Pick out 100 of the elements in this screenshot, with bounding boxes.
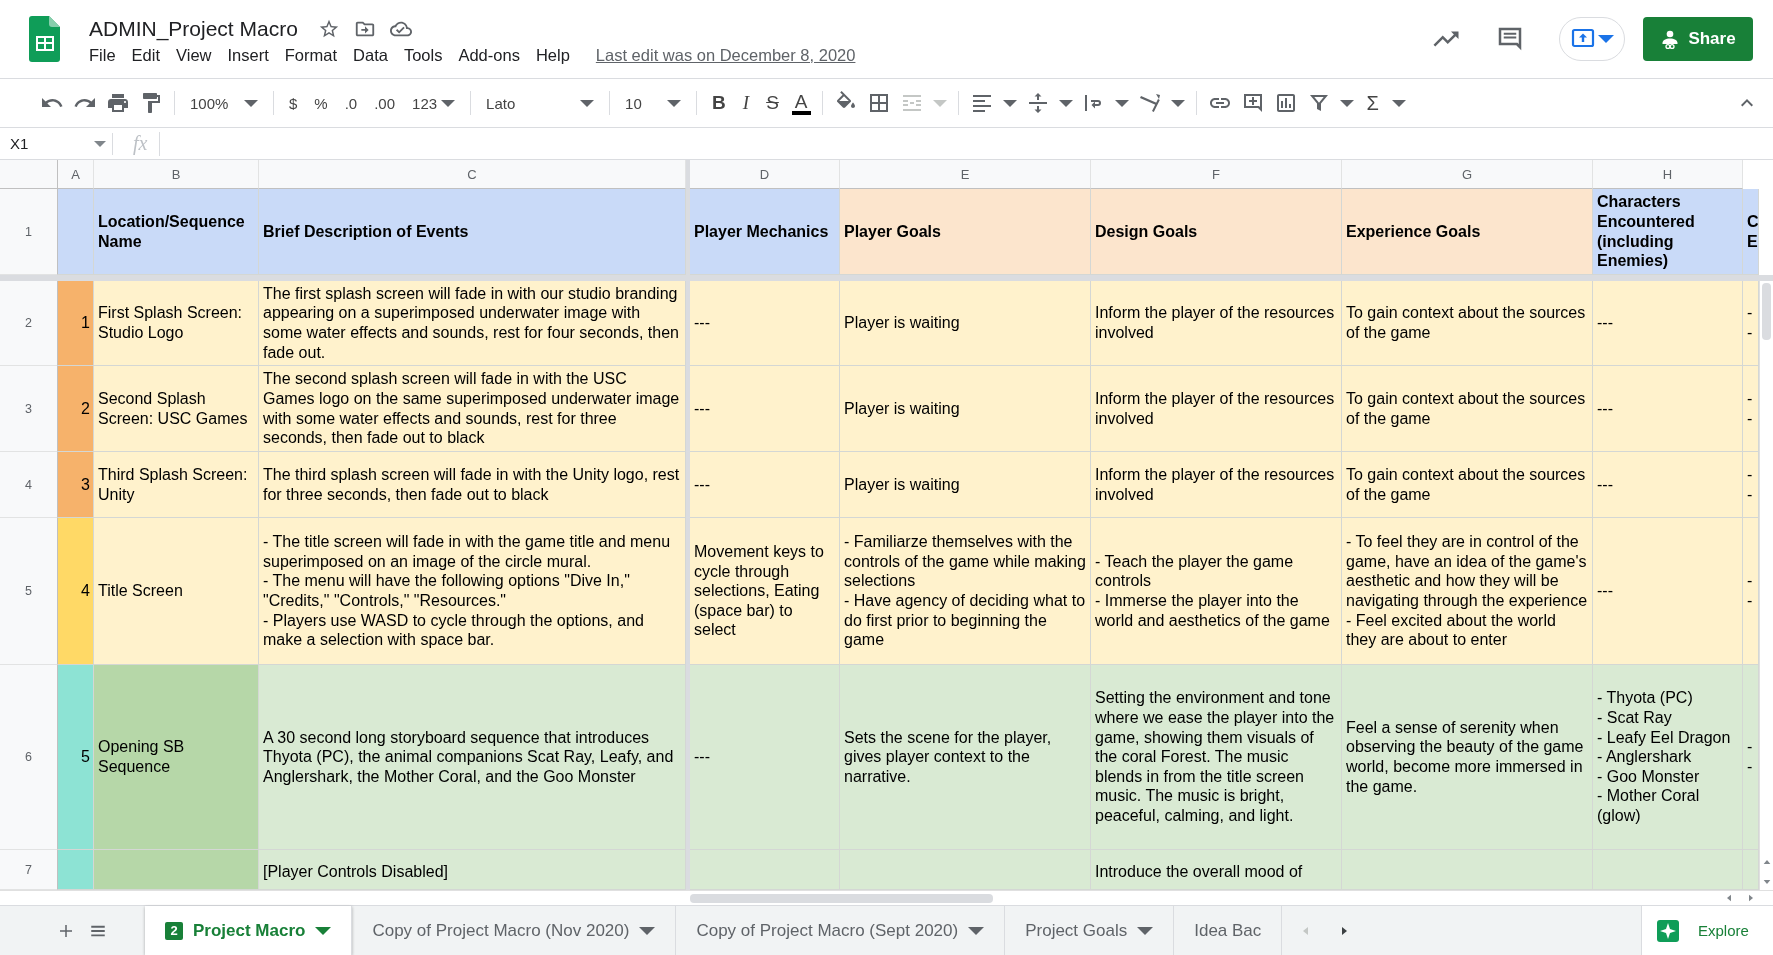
row-number[interactable]: 6 [0, 665, 58, 850]
table-cell: To gain context about the sources of the game [1342, 452, 1593, 518]
font-dropdown[interactable]: Lato [482, 92, 599, 114]
sheet-tab[interactable]: Copy of Project Macro (Sept 2020) [676, 906, 1006, 955]
explore-icon [1656, 918, 1680, 943]
sheet-count-badge: 2 [165, 921, 183, 940]
share-button[interactable]: Share [1643, 17, 1753, 61]
sheet-tab[interactable]: Project Goals [1005, 906, 1175, 955]
sheets-logo-icon[interactable] [27, 16, 63, 62]
text-color-button[interactable]: A [791, 91, 811, 115]
zoom-dropdown[interactable]: 100% [186, 92, 262, 114]
functions-button[interactable]: Σ [1362, 89, 1383, 117]
strikethrough-button[interactable]: S [762, 90, 783, 116]
table-cell: Player is waiting [840, 281, 1091, 366]
caret-icon [94, 140, 106, 147]
table-cell: -- [1743, 452, 1759, 518]
menu-item[interactable]: Data [345, 44, 396, 66]
explore-button[interactable]: Explore [1641, 906, 1773, 955]
table-cell: Inform the player of the resources involved [1091, 366, 1342, 452]
table-cell: Second Splash Screen: USC Games [94, 366, 259, 452]
table-cell: The second splash screen will fade in with the USC Games logo on the same superimposed underwater image with some water effects and sounds, rest for three seconds, then fade out to black [259, 366, 686, 452]
up-arrow-icon[interactable] [1762, 858, 1771, 866]
italic-button[interactable]: I [738, 90, 754, 116]
text-rotate-icon[interactable] [1137, 91, 1162, 115]
caret-icon [639, 926, 656, 935]
table-cell: --- [1593, 518, 1743, 665]
table-cell: 3 [58, 452, 94, 518]
header-cell: Experience Goals [1342, 189, 1593, 275]
name-box[interactable]: X1 [0, 128, 112, 159]
table-cell: Player is waiting [840, 366, 1091, 452]
table-cell: --- [690, 452, 840, 518]
print-icon[interactable] [106, 91, 130, 115]
right-arrow-icon[interactable] [1747, 894, 1755, 902]
header-cell: Location/Sequence Name [94, 189, 259, 275]
horizontal-scrollbar[interactable] [0, 890, 1773, 905]
menu-item[interactable]: Edit [123, 44, 169, 66]
bold-button[interactable]: B [708, 90, 730, 116]
menu-item[interactable]: Tools [395, 44, 451, 66]
table-cell: - Familiarze themselves with the controls of the game while making selections - Have agency of deciding what to do first prior to beginning the game [840, 518, 1091, 665]
table-cell: Opening SB Sequence [94, 665, 259, 850]
table-cell: 2 [58, 366, 94, 452]
vertical-scrollbar[interactable] [1759, 281, 1773, 890]
row-number[interactable]: 3 [0, 366, 58, 452]
currency-button[interactable]: $ [285, 92, 302, 114]
column-letter[interactable]: E [840, 160, 1091, 189]
document-title[interactable]: ADMIN_Project Macro [89, 16, 298, 41]
sheet-tab[interactable]: Idea Bac [1174, 906, 1282, 955]
column-letter[interactable]: D [690, 160, 840, 189]
caret-icon [580, 99, 595, 107]
column-letter[interactable]: G [1342, 160, 1593, 189]
menu-item[interactable]: Help [527, 44, 578, 66]
caret-icon [441, 99, 456, 107]
column-letter[interactable]: A [58, 160, 94, 189]
table-cell: To gain context about the sources of the game [1342, 366, 1593, 452]
row-number[interactable]: 7 [0, 850, 58, 890]
menu-item[interactable]: File [81, 44, 124, 66]
sheet-tab[interactable]: Copy of Project Macro (Nov 2020) [352, 906, 677, 955]
column-letter[interactable]: C [259, 160, 686, 189]
table-cell: Setting the environment and tone where we ease the player into the game, showing them visuals of the coral Forest. The music blends in from the title screen music. The music is bright, peaceful, calming, and light. [1091, 665, 1342, 850]
left-arrow-icon[interactable] [1725, 894, 1733, 902]
column-letter[interactable]: H [1593, 160, 1743, 189]
row-number[interactable]: 1 [0, 189, 58, 275]
menu-item[interactable]: Add-ons [450, 44, 528, 66]
header-cell: Brief Description of Events [259, 189, 686, 275]
caret-icon [667, 99, 682, 107]
caret-icon [1114, 99, 1129, 107]
header-cell: Design Goals [1091, 189, 1342, 275]
scrollbar-thumb[interactable] [1762, 283, 1771, 340]
number-format-dropdown[interactable]: 123 [408, 92, 460, 114]
scrollbar-thumb[interactable] [690, 893, 993, 903]
table-cell: 4 [58, 518, 94, 665]
table-cell: --- [1593, 281, 1743, 366]
last-edit-link[interactable]: Last edit was on December 8, 2020 [595, 45, 856, 65]
header-cell: C E [1743, 189, 1759, 275]
row-number[interactable]: 5 [0, 518, 58, 665]
sheet-tab[interactable]: 2 Project Macro [145, 906, 353, 955]
increase-decimals-button[interactable]: .00 [370, 92, 400, 114]
table-cell: The first splash screen will fade in with our studio branding appearing on a superimposed underwater image with some water effects and sounds, rest for four seconds, then fade out. [259, 281, 686, 366]
percent-button[interactable]: % [310, 92, 332, 114]
menu-item[interactable]: Format [276, 44, 346, 66]
font-size-dropdown[interactable]: 10 [621, 92, 686, 114]
table-cell: Inform the player of the resources involved [1091, 281, 1342, 366]
caret-icon [968, 926, 985, 935]
caret-icon [1002, 99, 1017, 107]
header-cell: Player Mechanics [690, 189, 840, 275]
decrease-decimals-button[interactable]: .0 [340, 92, 362, 114]
row-number[interactable]: 4 [0, 452, 58, 518]
row-number[interactable]: 2 [0, 281, 58, 366]
table-cell: To gain context about the sources of the game [1342, 281, 1593, 366]
function-label: fx [132, 132, 149, 155]
table-cell: --- [1593, 452, 1743, 518]
menu-item[interactable]: Insert [219, 44, 277, 66]
table-cell: Movement keys to cycle through selections, Eating (space bar) to select [690, 518, 840, 665]
table-cell: - Teach the player the game controls - Immerse the player into the world and aesthetics of the game [1091, 518, 1342, 665]
column-letter[interactable]: B [94, 160, 259, 189]
caret-icon [1058, 99, 1073, 107]
column-letter[interactable]: F [1091, 160, 1342, 189]
table-cell: Third Splash Screen: Unity [94, 452, 259, 518]
down-arrow-icon[interactable] [1762, 878, 1771, 886]
menu-item[interactable]: View [168, 44, 220, 66]
